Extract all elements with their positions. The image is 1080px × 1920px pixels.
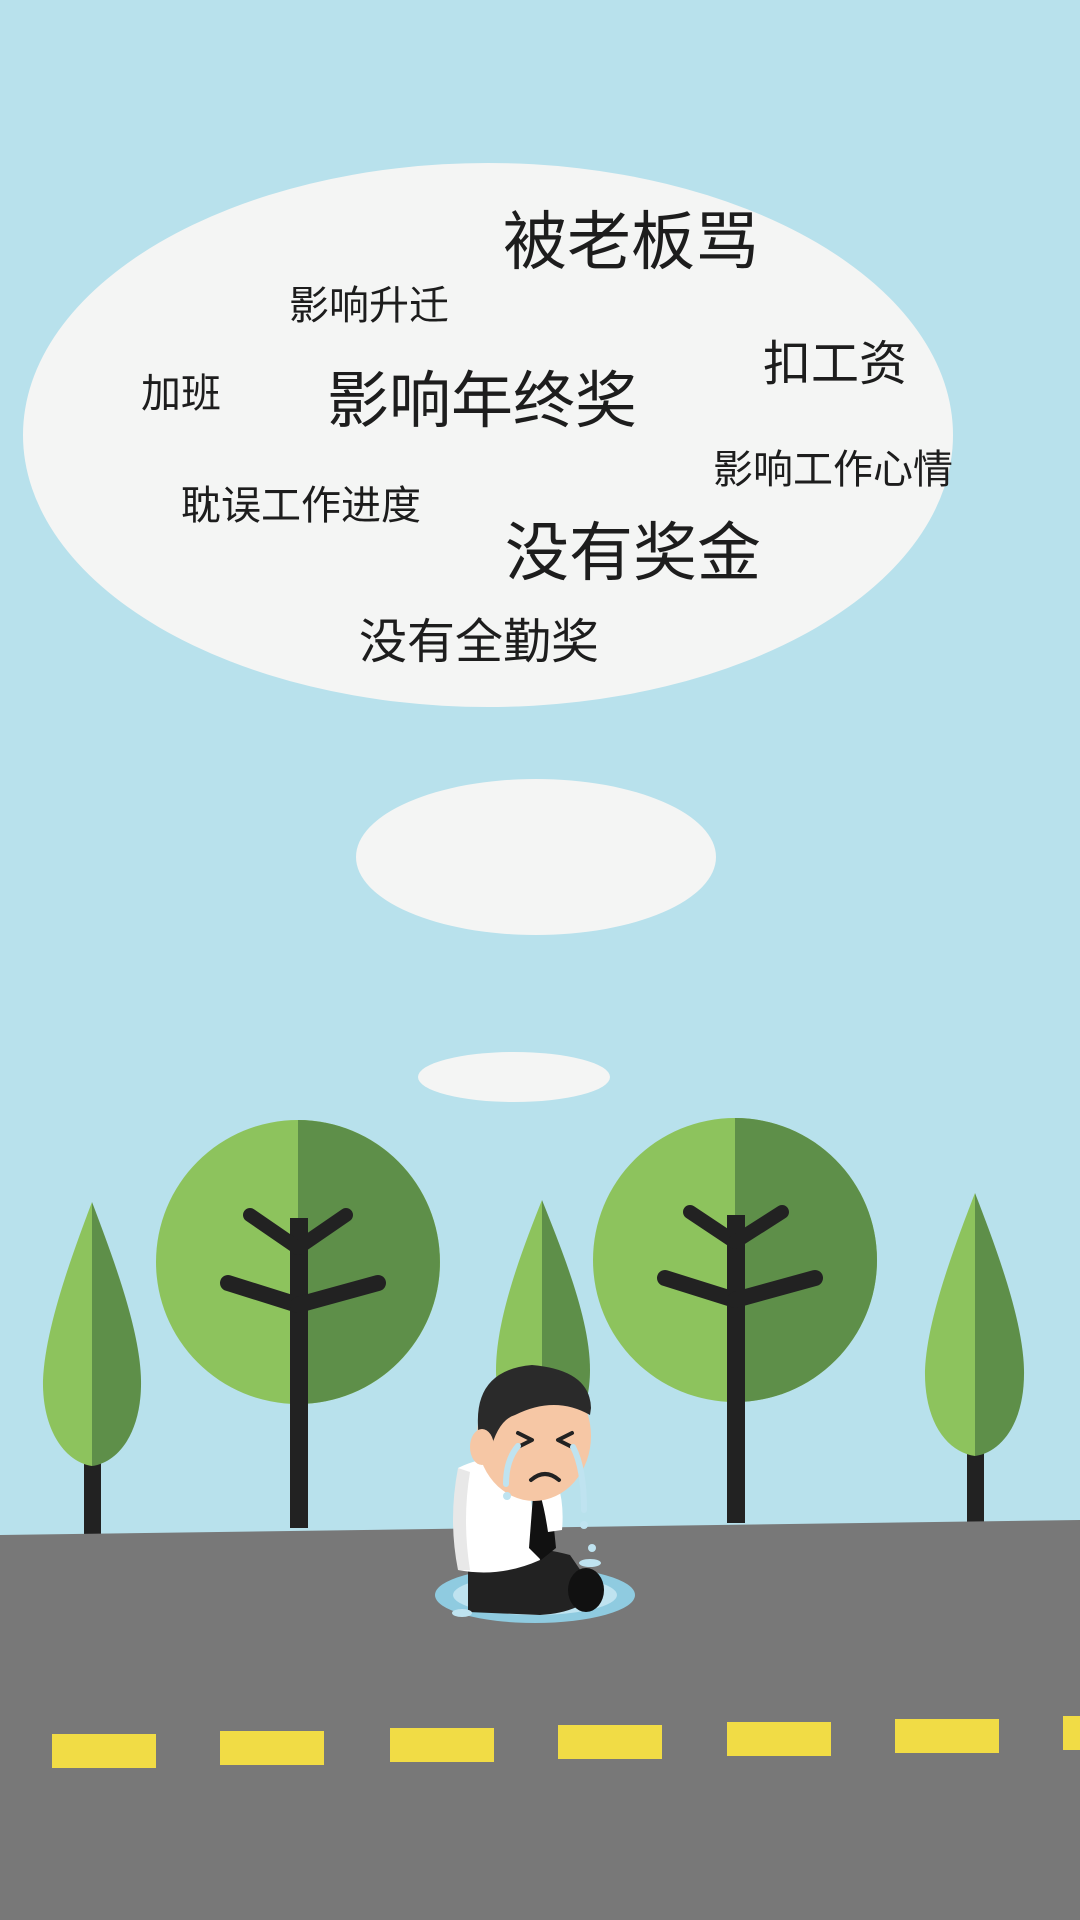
illustration-scene [0, 0, 1080, 1920]
bubble-word-affects-work-mood: 影响工作心情 [713, 447, 953, 493]
thought-bubble-small [418, 1052, 610, 1102]
bubble-word-salary-deduction: 扣工资 [763, 336, 908, 392]
bubble-word-delays-work-progress: 耽误工作进度 [181, 483, 421, 529]
bubble-word-affects-year-end-bonus: 影响年终奖 [327, 364, 638, 437]
bubble-word-no-bonus: 没有奖金 [505, 517, 761, 591]
thought-bubble-medium [356, 779, 716, 935]
bubble-word-no-attendance-bonus: 没有全勤奖 [359, 614, 600, 670]
bubble-word-overtime: 加班 [141, 371, 221, 417]
bubble-word-affects-promotion: 影响升迁 [289, 283, 449, 329]
bubble-word-scolded-by-boss: 被老板骂 [503, 206, 759, 280]
